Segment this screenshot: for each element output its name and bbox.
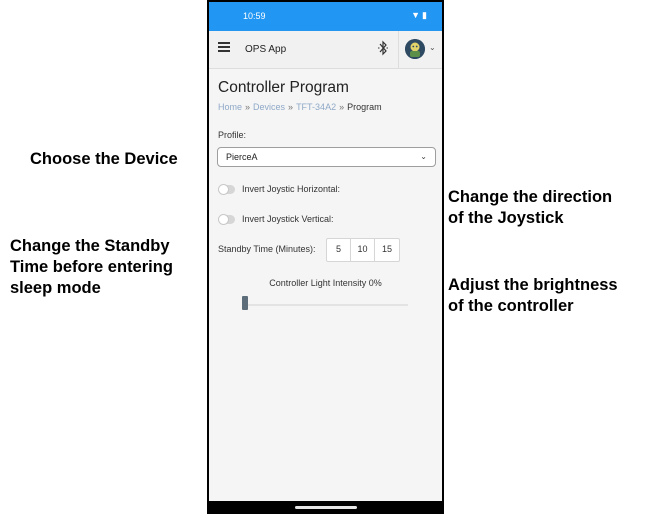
invert-vertical-label: Invert Joystick Vertical: — [242, 214, 334, 224]
slider-track — [242, 304, 408, 306]
profile-select-value: PierceA — [226, 152, 258, 162]
breadcrumb-device[interactable]: TFT-34A2 — [296, 102, 336, 112]
home-handle[interactable] — [295, 506, 357, 509]
toggle-knob — [218, 214, 229, 225]
chevron-down-icon[interactable]: ⌄ — [429, 43, 436, 52]
page-title: Controller Program — [218, 79, 349, 96]
appbar-divider — [398, 31, 399, 69]
annotation-choose-device: Choose the Device — [30, 150, 178, 168]
app-bar: OPS App ⌄ — [209, 31, 442, 69]
bluetooth-icon[interactable] — [377, 40, 389, 56]
phone-frame: 10:59 ▼▮ OPS App ⌄ Controller Program Ho… — [207, 0, 444, 514]
breadcrumb-current: Program — [347, 102, 382, 112]
standby-option-5[interactable]: 5 — [327, 239, 351, 261]
system-icons: ▼▮ — [411, 10, 429, 21]
avatar-image — [405, 39, 425, 59]
toggle-knob — [218, 184, 229, 195]
standby-option-15[interactable]: 15 — [375, 239, 399, 261]
app-title: OPS App — [245, 44, 287, 55]
slider-thumb[interactable] — [242, 296, 248, 310]
standby-options: 5 10 15 — [326, 238, 400, 262]
annotation-brightness: Adjust the brightness of the controller — [448, 276, 618, 315]
profile-label: Profile: — [218, 130, 247, 140]
status-bar: 10:59 ▼▮ — [209, 2, 442, 31]
standby-option-10[interactable]: 10 — [351, 239, 375, 261]
annotation-standby-time: Change the Standby Time before entering … — [10, 237, 173, 297]
breadcrumb-separator: » — [245, 102, 251, 112]
menu-icon[interactable] — [218, 42, 230, 52]
profile-select[interactable]: PierceA ⌄ — [217, 147, 436, 167]
annotation-joystick-direction: Change the direction of the Joystick — [448, 188, 613, 227]
invert-horizontal-label: Invert Joystic Horizontal: — [242, 184, 341, 194]
light-intensity-slider[interactable] — [242, 296, 408, 310]
breadcrumb-devices[interactable]: Devices — [253, 102, 285, 112]
invert-horizontal-toggle[interactable] — [218, 184, 235, 195]
breadcrumb: Home» Devices» TFT-34A2» Program — [218, 102, 382, 112]
light-intensity-label: Controller Light Intensity 0% — [269, 278, 382, 288]
breadcrumb-home[interactable]: Home — [218, 102, 242, 112]
standby-label: Standby Time (Minutes): — [218, 244, 316, 254]
avatar[interactable] — [405, 39, 425, 59]
breadcrumb-separator: » — [339, 102, 345, 112]
wifi-icon: ▼ — [411, 10, 423, 20]
battery-icon: ▮ — [422, 10, 429, 20]
breadcrumb-separator: » — [288, 102, 294, 112]
chevron-down-icon: ⌄ — [420, 152, 427, 161]
status-time: 10:59 — [243, 11, 266, 21]
navigation-bar — [209, 501, 442, 514]
invert-vertical-toggle[interactable] — [218, 214, 235, 225]
main-content: Controller Program Home» Devices» TFT-34A2… — [209, 69, 442, 501]
